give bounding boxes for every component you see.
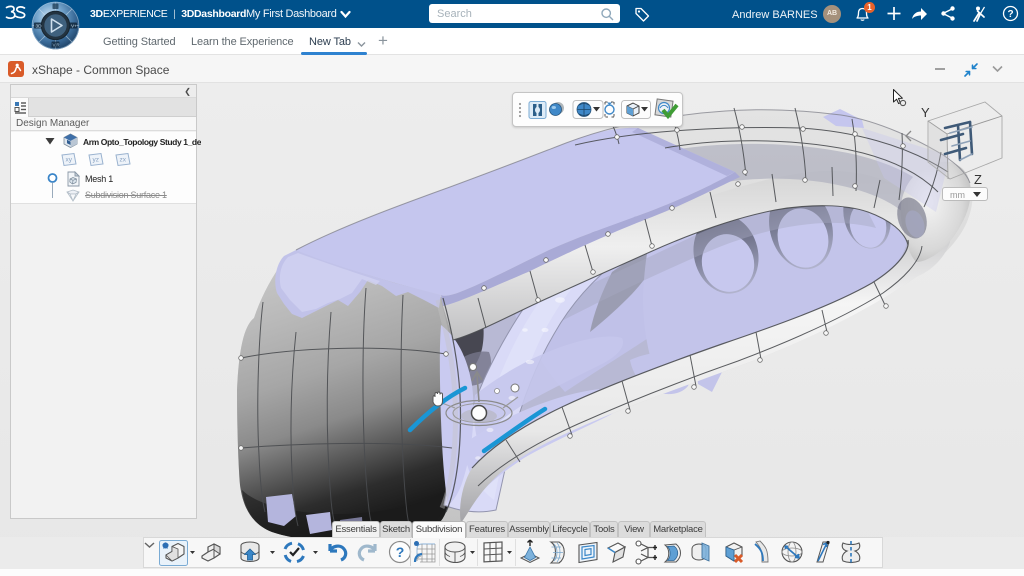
svg-text:?: ? bbox=[396, 544, 405, 560]
svg-text:?: ? bbox=[1007, 9, 1013, 20]
svg-text:V+: V+ bbox=[71, 24, 77, 30]
svg-text:xy: xy bbox=[66, 157, 73, 164]
svg-text:zx: zx bbox=[120, 157, 127, 164]
svg-text:Z: Z bbox=[974, 172, 982, 187]
svg-text:yz: yz bbox=[93, 157, 100, 164]
svg-text:3D: 3D bbox=[36, 24, 43, 30]
svg-text:Y: Y bbox=[921, 105, 930, 120]
svg-text:V.R: V.R bbox=[53, 43, 61, 48]
